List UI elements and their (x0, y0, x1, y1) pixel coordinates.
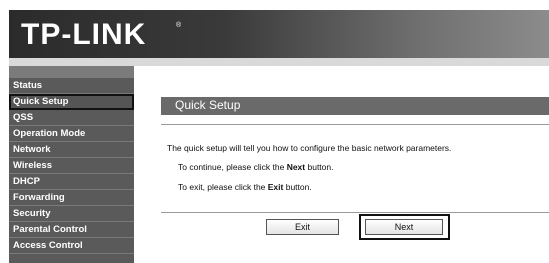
page-title: Quick Setup (175, 98, 241, 112)
sidebar-item-forwarding[interactable]: Forwarding (9, 190, 134, 206)
sidebar-item-access-control[interactable]: Access Control (9, 238, 134, 254)
exit-instruction: To exit, please click the Exit button. (178, 182, 312, 192)
intro-text: The quick setup will tell you how to con… (167, 143, 452, 153)
sidebar-item-status[interactable]: Status (9, 78, 134, 94)
page-title-bar: Quick Setup (161, 97, 549, 115)
next-button[interactable]: Next (365, 219, 443, 235)
sidebar-top-strip (9, 66, 134, 78)
main-content: Quick Setup The quick setup will tell yo… (136, 66, 549, 263)
continue-next-word: Next (286, 162, 306, 172)
sidebar-item-network[interactable]: Network (9, 142, 134, 158)
tp-link-logo: TP-LINK (21, 18, 147, 51)
sidebar-item-security[interactable]: Security (9, 206, 134, 222)
header-divider-band (9, 58, 549, 66)
registered-mark: ® (176, 22, 182, 29)
sidebar-menu: Status Quick Setup QSS Operation Mode Ne… (9, 66, 134, 263)
exit-word: Exit (267, 182, 284, 192)
sidebar-item-dhcp[interactable]: DHCP (9, 174, 134, 190)
sidebar-item-operation-mode[interactable]: Operation Mode (9, 126, 134, 142)
sidebar-item-wireless[interactable]: Wireless (9, 158, 134, 174)
divider-top (161, 124, 549, 125)
exit-button[interactable]: Exit (266, 219, 339, 235)
sidebar-item-parental-control[interactable]: Parental Control (9, 222, 134, 238)
router-admin-window: TP-LINK ® Status Quick Setup QSS Operati… (9, 0, 549, 263)
continue-prefix: To continue, please click the (178, 162, 287, 172)
sidebar-item-qss[interactable]: QSS (9, 110, 134, 126)
continue-instruction: To continue, please click the Next butto… (178, 162, 333, 172)
sidebar-item-quick-setup[interactable]: Quick Setup (9, 94, 134, 110)
exit-suffix: button. (283, 182, 312, 192)
exit-prefix: To exit, please click the (178, 182, 268, 192)
header-banner: TP-LINK ® (9, 10, 549, 58)
divider-bottom (161, 212, 549, 213)
continue-suffix: button. (305, 162, 334, 172)
